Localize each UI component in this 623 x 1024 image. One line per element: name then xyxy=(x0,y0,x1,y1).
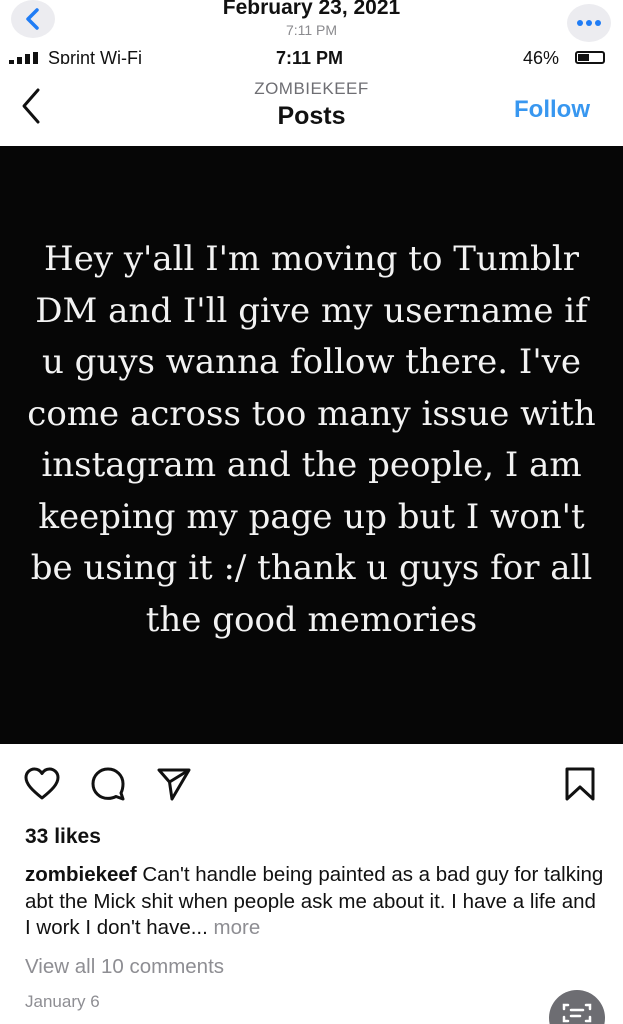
post-image-text: Hey y'all I'm moving to Tumblr DM and I'… xyxy=(27,239,596,640)
save-button[interactable] xyxy=(558,762,602,806)
comment-bubble-icon xyxy=(91,767,125,801)
heart-icon xyxy=(24,767,60,800)
caption-username[interactable]: zombiekeef xyxy=(25,863,137,886)
bookmark-icon xyxy=(565,767,595,801)
viewer-date: February 23, 2021 xyxy=(222,0,401,19)
post-action-bar xyxy=(0,762,623,806)
caption-more-link[interactable]: more xyxy=(214,916,261,939)
post-date: January 6 xyxy=(25,992,100,1011)
status-time: 7:11 PM xyxy=(276,48,344,64)
viewer-more-button[interactable] xyxy=(567,4,611,42)
more-dots-icon xyxy=(577,20,601,26)
viewer-time: 7:11 PM xyxy=(285,22,338,38)
comment-button[interactable] xyxy=(86,762,130,806)
ig-header: ZOMBIEKEEF Posts Follow xyxy=(0,64,623,146)
status-bar: Sprint Wi-Fi 7:11 PM 46% xyxy=(0,44,623,64)
carrier-label: Sprint Wi-Fi xyxy=(48,48,142,64)
follow-button[interactable]: Follow xyxy=(514,96,590,124)
like-button[interactable] xyxy=(20,762,64,806)
post-caption: zombiekeef Can't handle being painted as… xyxy=(25,862,605,942)
signal-icon xyxy=(9,52,38,64)
text-recognition-icon xyxy=(562,1003,592,1023)
battery-level xyxy=(578,54,590,61)
battery-icon xyxy=(575,51,605,64)
battery-percent: 46% xyxy=(523,48,560,64)
likes-count[interactable]: 33 likes xyxy=(25,825,101,849)
share-button[interactable] xyxy=(152,762,196,806)
paper-plane-icon xyxy=(157,768,191,801)
live-text-button[interactable] xyxy=(549,990,605,1024)
viewer-header: February 23, 2021 7:11 PM xyxy=(0,0,623,46)
view-comments-link[interactable]: View all 10 comments xyxy=(25,955,224,979)
post-image[interactable]: Hey y'all I'm moving to Tumblr DM and I'… xyxy=(0,146,623,744)
